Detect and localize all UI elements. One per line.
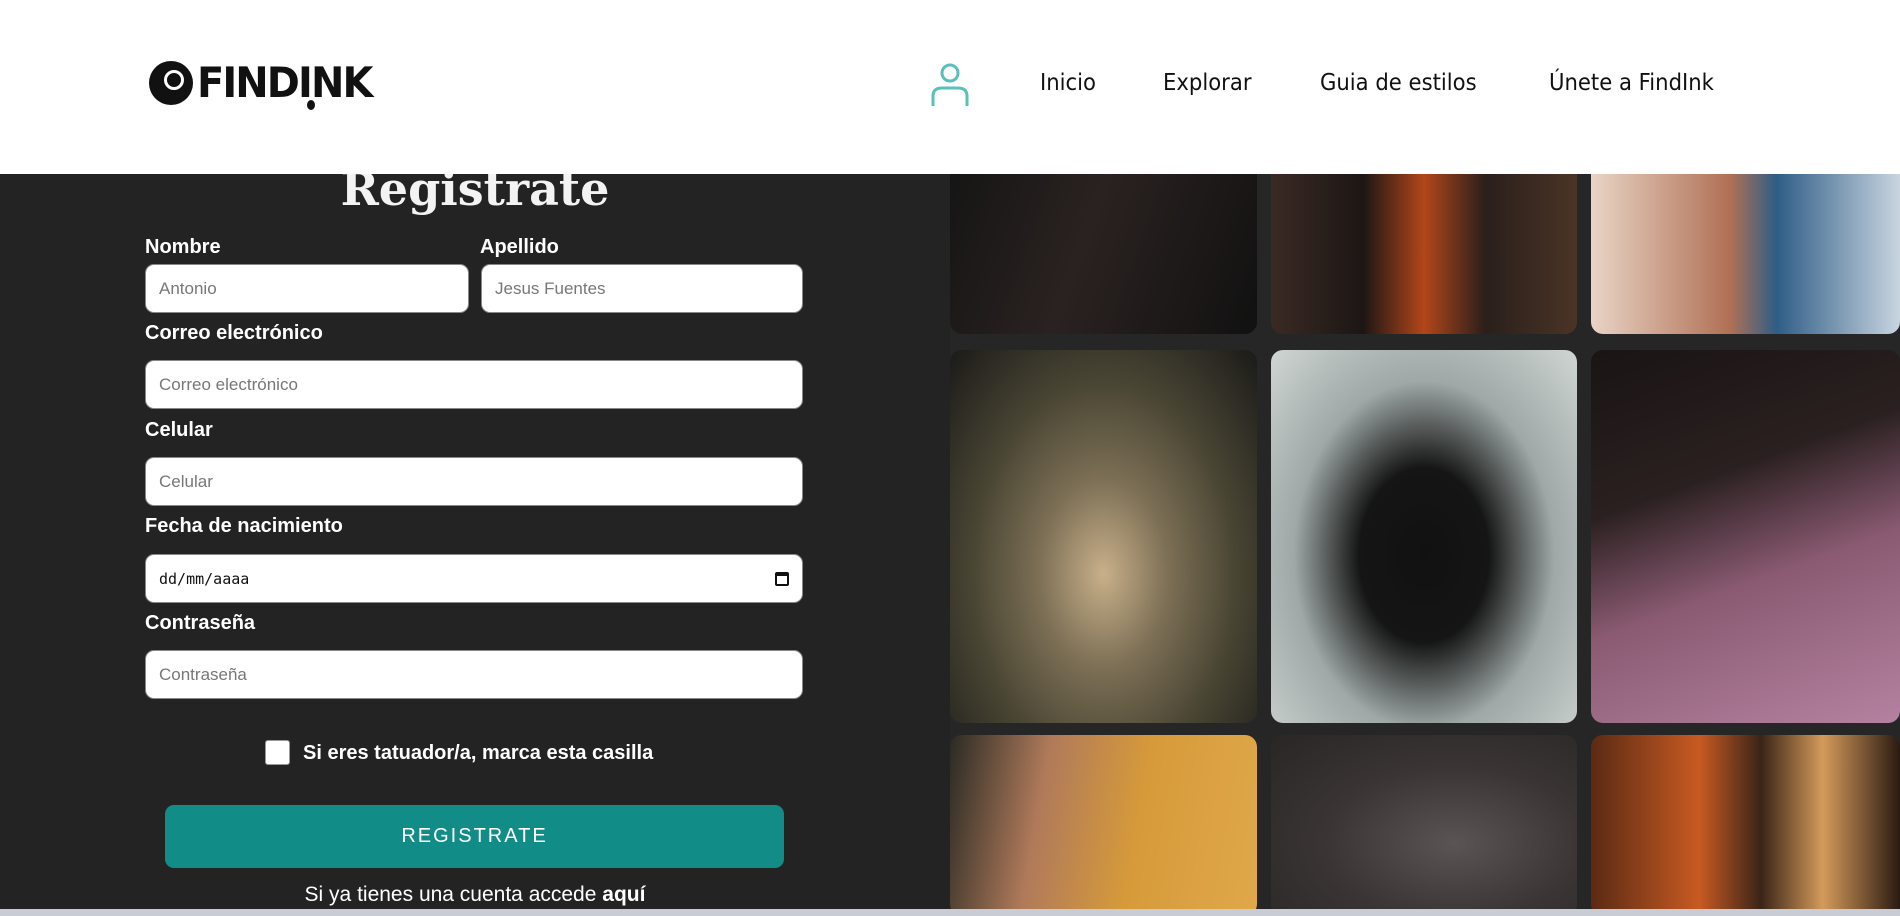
tattoo-back-photo [950, 350, 1257, 723]
tattoo-artist-photo [1271, 350, 1577, 723]
email-input[interactable]: Correo electrónico [145, 360, 803, 409]
tattooing-photo [1591, 350, 1900, 723]
register-button[interactable]: REGISTRATE [165, 805, 784, 868]
correo-label: Correo electrónico [145, 322, 323, 344]
password-input[interactable]: Contraseña [145, 650, 803, 699]
findink-logo[interactable]: FINDINK [149, 58, 381, 110]
window-bottom-edge [0, 909, 1900, 916]
location-pin-icon [149, 60, 193, 105]
date-placeholder: dd/mm/aaaa [159, 569, 250, 588]
nav-guia-de-estilos[interactable]: Guia de estilos [1320, 70, 1477, 96]
nav-explorar[interactable]: Explorar [1163, 70, 1252, 96]
checkbox-label: Si eres tatuador/a, marca esta casilla [303, 742, 654, 764]
registration-form: Registrate Nombre Apellido Antonio Jesus… [0, 162, 950, 916]
ink-drop-icon [307, 100, 315, 110]
tattoo-arm-photo [1591, 735, 1900, 916]
tattoo-machine-photo [1271, 735, 1577, 916]
site-header: FINDINK Inicio Explorar Guia de estilos … [0, 0, 1900, 174]
nav-unete[interactable]: Únete a FindInk [1549, 70, 1714, 96]
apellido-input[interactable]: Jesus Fuentes [481, 264, 803, 313]
password-label: Contraseña [145, 612, 256, 634]
nav-inicio[interactable]: Inicio [1040, 70, 1096, 96]
celular-input[interactable]: Celular [145, 457, 803, 506]
birthdate-input[interactable]: dd/mm/aaaa [145, 554, 803, 603]
tattoo-artist-checkbox[interactable] [265, 740, 290, 765]
nombre-input[interactable]: Antonio [145, 264, 469, 313]
user-icon[interactable] [930, 62, 970, 108]
login-text: Si ya tienes una cuenta accede [304, 883, 597, 906]
logo-text: FINDINK [197, 58, 373, 107]
tattoo-thigh-photo [950, 735, 1257, 916]
fecha-label: Fecha de nacimiento [145, 515, 343, 537]
login-link[interactable]: aquí [602, 883, 645, 906]
login-prompt: Si ya tienes una cuenta accede aquí [0, 883, 950, 907]
nombre-label: Nombre [145, 236, 221, 258]
calendar-icon[interactable] [775, 571, 789, 586]
apellido-label: Apellido [480, 236, 559, 258]
celular-label: Celular [145, 419, 213, 441]
